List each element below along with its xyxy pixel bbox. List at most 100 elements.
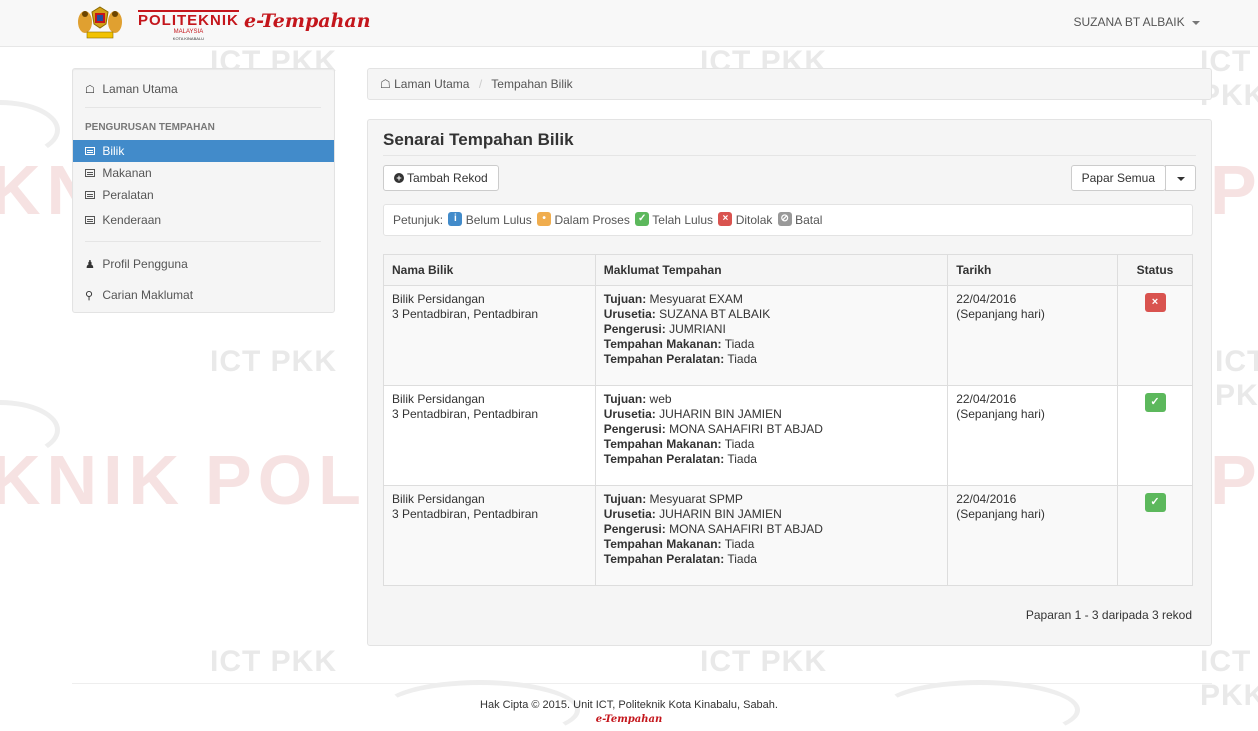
sidebar-item-search[interactable]: ⚲ Carian Maklumat [73, 284, 334, 306]
column-header[interactable]: Tarikh [947, 254, 1119, 286]
sidebar-item-peralatan[interactable]: Peralatan [73, 184, 334, 206]
rejected-status-icon[interactable]: × [1144, 293, 1166, 312]
date-cell: 22/04/2016 (Sepanjang hari) [947, 285, 1119, 386]
column-header[interactable]: Status [1117, 254, 1193, 286]
user-menu-dropdown[interactable]: SUZANA BT ALBAIK [1073, 15, 1200, 29]
purpose-value: web [649, 392, 672, 406]
field-label: Tempahan Peralatan: [603, 452, 725, 466]
booking-table: Nama Bilik Maklumat Tempahan Tarikh Stat… [383, 254, 1193, 586]
room-cell: Bilik Persidangan 3 Pentadbiran, Pentadb… [383, 485, 596, 586]
sidebar: ☖ Laman Utama PENGURUSAN TEMPAHAN Bilik … [72, 68, 335, 313]
coat-of-arms-logo [78, 6, 122, 39]
column-header[interactable]: Maklumat Tempahan [594, 254, 949, 286]
table-row[interactable]: Bilik Persidangan 3 Pentadbiran, Pentadb… [383, 485, 1193, 586]
secretariat-value: SUZANA BT ALBAIK [659, 307, 771, 321]
booking-date: 22/04/2016 [956, 392, 1017, 406]
sidebar-item-makanan[interactable]: Makanan [73, 162, 334, 184]
room-location: 3 Pentadbiran, Pentadbiran [392, 507, 539, 521]
chevron-down-icon [1192, 20, 1200, 25]
column-header[interactable]: Nama Bilik [383, 254, 596, 286]
sidebar-item-label: Profil Pengguna [102, 257, 188, 271]
watermark-text: ICT PKK [210, 345, 337, 378]
chairperson-value: MONA SAHAFIRI BT ABJAD [669, 522, 823, 536]
purpose-value: Mesyuarat EXAM [649, 292, 743, 306]
room-location: 3 Pentadbiran, Pentadbiran [392, 307, 539, 321]
field-label: Urusetia: [603, 307, 656, 321]
user-icon: ♟ [85, 259, 95, 271]
field-label: Urusetia: [603, 507, 656, 521]
legend-label: Petunjuk: [393, 213, 444, 227]
booking-date: 22/04/2016 [956, 292, 1017, 306]
secretariat-value: JUHARIN BIN JAMIEN [659, 507, 782, 521]
app-brand[interactable]: e-Tempahan [244, 10, 371, 32]
status-cell: × [1117, 285, 1193, 386]
status-cell: ✓ [1117, 485, 1193, 586]
food-booking-value: Tiada [724, 437, 755, 451]
footer-brand: e-Tempahan [595, 714, 663, 725]
sidebar-item-bilik[interactable]: Bilik [73, 140, 334, 162]
home-icon: ☖ [380, 77, 391, 91]
add-record-button[interactable]: + Tambah Rekod [383, 165, 499, 191]
watermark-text: POL [205, 441, 367, 519]
sidebar-item-home[interactable]: ☖ Laman Utama [73, 78, 334, 100]
list-icon [85, 141, 99, 163]
room-location: 3 Pentadbiran, Pentadbiran [392, 407, 539, 421]
legend-item: Belum Lulus [465, 213, 532, 227]
booking-details-cell: Tujuan: Mesyuarat SPMP Urusetia: JUHARIN… [594, 485, 949, 586]
chairperson-value: JUMRIANI [669, 322, 726, 336]
list-icon [85, 185, 99, 207]
politeknik-logo[interactable]: POLITEKNIK MALAYSIA KOTA KINABALU [138, 10, 239, 42]
equipment-booking-value: Tiada [727, 552, 757, 566]
date-cell: 22/04/2016 (Sepanjang hari) [947, 485, 1119, 586]
watermark-text: POL [1210, 441, 1258, 519]
add-record-label: Tambah Rekod [407, 171, 488, 185]
filter-dropdown-toggle[interactable] [1165, 165, 1196, 191]
breadcrumb-home-link[interactable]: Laman Utama [394, 77, 469, 91]
field-label: Tempahan Makanan: [603, 437, 722, 451]
booking-list-panel: Senarai Tempahan Bilik + Tambah Rekod Pap… [367, 119, 1212, 646]
sidebar-item-profile[interactable]: ♟ Profil Pengguna [73, 253, 334, 275]
field-label: Tujuan: [603, 492, 647, 506]
logo-title: POLITEKNIK [138, 10, 239, 29]
field-label: Tempahan Makanan: [603, 337, 722, 351]
room-cell: Bilik Persidangan 3 Pentadbiran, Pentadb… [383, 385, 596, 486]
sidebar-item-label: Bilik [102, 144, 125, 158]
list-icon [85, 210, 99, 232]
chairperson-value: MONA SAHAFIRI BT ABJAD [669, 422, 823, 436]
status-legend: Petunjuk: i Belum Lulus • Dalam Proses ✓… [383, 204, 1193, 236]
table-header-row: Nama Bilik Maklumat Tempahan Tarikh Stat… [383, 254, 1193, 286]
secretariat-value: JUHARIN BIN JAMIEN [659, 407, 782, 421]
booking-details-cell: Tujuan: web Urusetia: JUHARIN BIN JAMIEN… [594, 385, 949, 486]
cancelled-icon: ⊘ [777, 212, 792, 227]
watermark-text: ICT PKK [210, 645, 337, 678]
divider [85, 241, 321, 242]
pagination-info: Paparan 1 - 3 daripada 3 rekod [1025, 608, 1192, 622]
page-title: Senarai Tempahan Bilik [383, 130, 574, 149]
rejected-icon: × [718, 212, 733, 227]
booking-time: (Sepanjang hari) [956, 407, 1045, 421]
divider [85, 107, 321, 108]
field-label: Tujuan: [603, 392, 647, 406]
food-booking-value: Tiada [724, 537, 755, 551]
chevron-down-icon [1176, 176, 1185, 181]
top-navbar: POLITEKNIK MALAYSIA KOTA KINABALU e-Temp… [0, 0, 1258, 47]
sidebar-item-label: Makanan [102, 166, 152, 180]
food-booking-value: Tiada [724, 337, 755, 351]
approved-status-icon[interactable]: ✓ [1144, 393, 1166, 412]
sidebar-item-label: Peralatan [102, 188, 154, 202]
field-label: Tujuan: [603, 292, 647, 306]
approved-status-icon[interactable]: ✓ [1144, 493, 1166, 512]
breadcrumb: ☖ Laman Utama / Tempahan Bilik [367, 68, 1212, 100]
footer-copyright: Hak Cipta © 2015. Unit ICT, Politeknik K… [480, 699, 778, 711]
plus-circle-icon: + [394, 172, 404, 183]
watermark-text: ICT PKK [700, 645, 827, 678]
booking-details-cell: Tujuan: Mesyuarat EXAM Urusetia: SUZANA … [594, 285, 949, 386]
show-all-filter-button[interactable]: Papar Semua [1070, 165, 1166, 191]
table-row[interactable]: Bilik Persidangan 3 Pentadbiran, Pentadb… [383, 285, 1193, 386]
table-row[interactable]: Bilik Persidangan 3 Pentadbiran, Pentadb… [383, 385, 1193, 486]
sidebar-section-header: PENGURUSAN TEMPAHAN [85, 122, 215, 133]
sidebar-item-kenderaan[interactable]: Kenderaan [73, 209, 334, 231]
watermark-text: POL [1210, 151, 1258, 229]
date-cell: 22/04/2016 (Sepanjang hari) [947, 385, 1119, 486]
field-label: Tempahan Makanan: [603, 537, 722, 551]
